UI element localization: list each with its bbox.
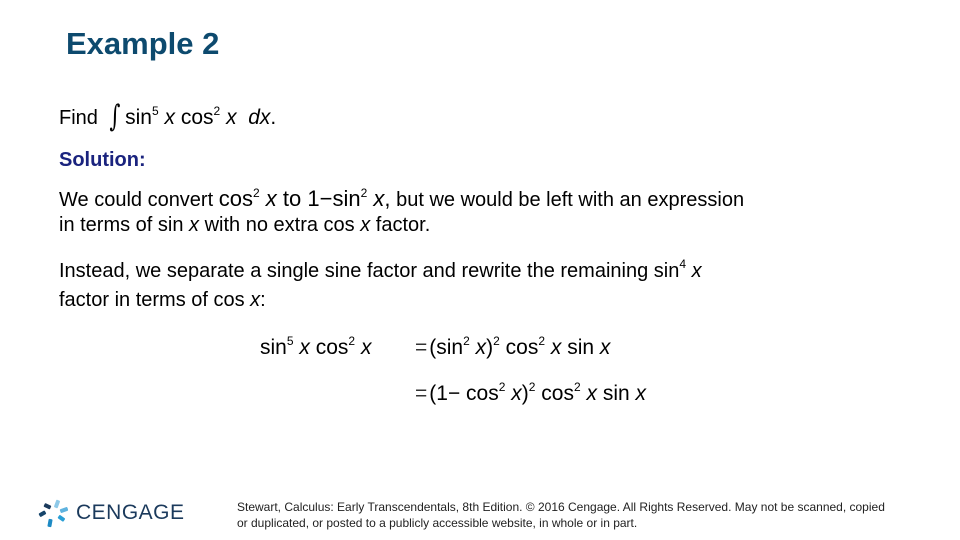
copyright-footer: Stewart, Calculus: Early Transcendentals… [237,500,885,530]
equation-row-2: =(1− cos2 x)2 cos2 x sin x [415,380,647,405]
integral-expression: ∫ sin5 x cos2 x dx. [109,99,277,134]
cengage-logo: CENGAGE [38,498,185,528]
cos-squared-expr: cos2 x to 1−sin2 x, [218,186,391,211]
solution-paragraph-2-line-2: factor in terms of cos x: [59,289,266,311]
integral-sign: ∫ [109,99,121,134]
sin-fourth-expr: sin4 x [653,257,702,282]
equation-lhs: sin5 x cos2 x [260,334,372,359]
solution-paragraph-1-line-1: We could convert cos2 x to 1−sin2 x, but… [59,186,745,211]
find-label: Find [59,107,98,129]
solution-paragraph-1-line-2: in terms of sin x with no extra cos x fa… [59,214,431,236]
cengage-wordmark: CENGAGE [76,501,185,524]
equation-row-1: =(sin2 x)2 cos2 x sin x [415,334,611,359]
cengage-mark-icon [38,499,68,528]
solution-heading: Solution: [59,149,146,171]
problem-statement: Find ∫ sin5 x cos2 x dx. [59,97,277,134]
solution-paragraph-2-line-1: Instead, we separate a single sine facto… [59,257,702,282]
slide-title: Example 2 [66,26,220,61]
